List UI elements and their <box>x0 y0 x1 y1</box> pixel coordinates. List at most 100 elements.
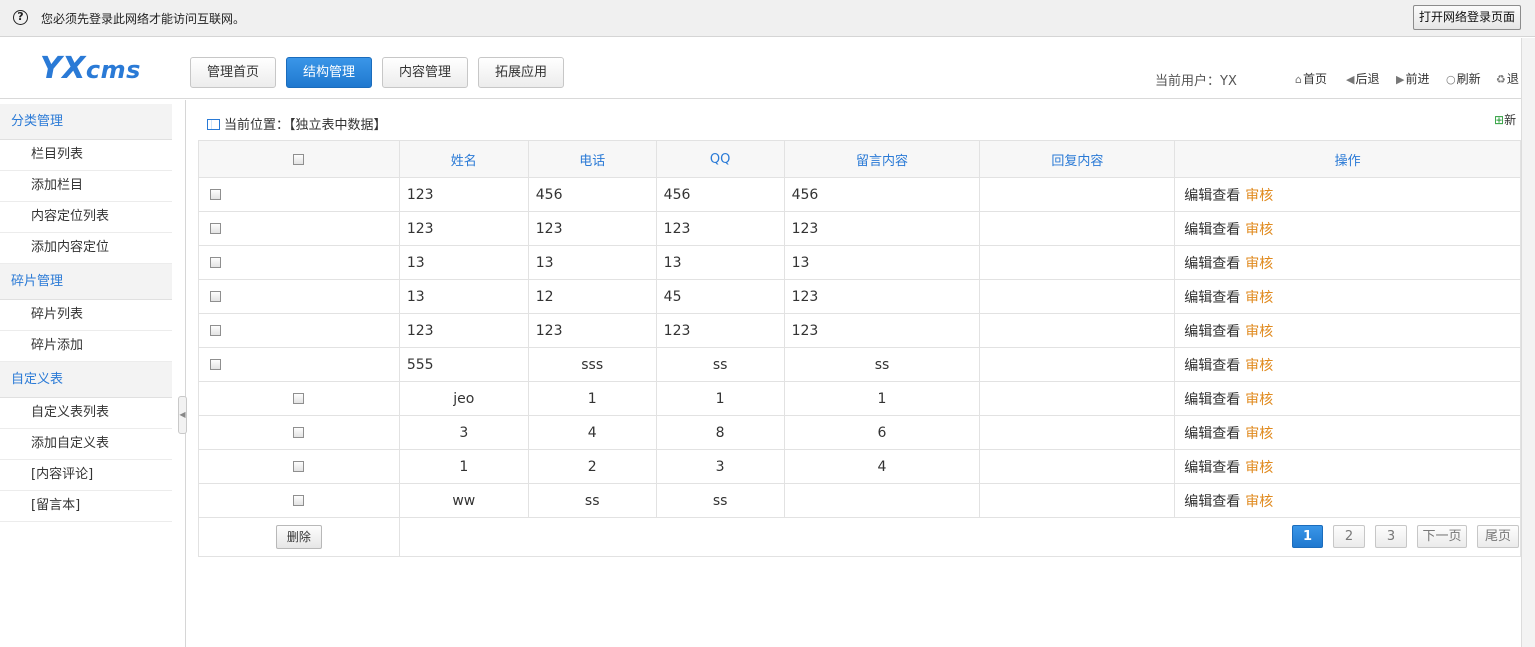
cell-qq: 45 <box>655 279 785 314</box>
cell-reply <box>979 245 1176 280</box>
column-header-reply[interactable]: 回复内容 <box>979 140 1176 178</box>
page-2-button[interactable]: 2 <box>1333 525 1365 548</box>
edit-view-link[interactable]: 编辑查看 <box>1184 460 1240 476</box>
delete-button[interactable]: 删除 <box>275 525 322 549</box>
edit-view-link[interactable]: 编辑查看 <box>1184 358 1240 374</box>
table-row: 13 13 13 13 编辑查看 审核 <box>198 245 1521 280</box>
scrollbar[interactable] <box>1521 38 1535 647</box>
row-checkbox[interactable] <box>210 257 221 268</box>
table-row: 3 4 8 6 编辑查看 审核 <box>198 415 1521 450</box>
edit-view-link[interactable]: 编辑查看 <box>1184 494 1240 510</box>
cell-qq: 123 <box>655 313 785 348</box>
audit-link[interactable]: 审核 <box>1245 256 1273 272</box>
column-header-qq[interactable]: QQ <box>655 140 785 178</box>
row-checkbox[interactable] <box>210 291 221 302</box>
audit-link[interactable]: 审核 <box>1245 188 1273 204</box>
sidebar-item-custom-table-list[interactable]: 自定义表列表 <box>0 398 172 429</box>
home-link[interactable]: ⌂首页 <box>1295 70 1327 87</box>
nav-manage-home[interactable]: 管理首页 <box>190 57 276 88</box>
edit-view-link[interactable]: 编辑查看 <box>1184 256 1240 272</box>
cell-phone: 123 <box>527 211 657 246</box>
open-login-page-button[interactable]: 打开网络登录页面 <box>1413 5 1521 30</box>
row-select-cell <box>198 313 400 348</box>
new-record-link[interactable]: ⊞新 <box>1494 111 1516 128</box>
delete-cell: 删除 <box>198 517 400 557</box>
back-link[interactable]: ◀后退 <box>1346 70 1379 87</box>
column-header-phone[interactable]: 电话 <box>527 140 657 178</box>
edit-view-link[interactable]: 编辑查看 <box>1184 324 1240 340</box>
audit-link[interactable]: 审核 <box>1245 358 1273 374</box>
cell-name: 13 <box>398 279 529 314</box>
row-select-cell <box>198 415 400 450</box>
audit-link[interactable]: 审核 <box>1245 290 1273 306</box>
page-3-button[interactable]: 3 <box>1375 525 1407 548</box>
edit-view-link[interactable]: 编辑查看 <box>1184 426 1240 442</box>
last-page-button[interactable]: 尾页 <box>1477 525 1519 548</box>
row-checkbox[interactable] <box>210 223 221 234</box>
sidebar-section-custom-table[interactable]: 自定义表 <box>0 362 172 398</box>
table-row: 123 456 456 456 编辑查看 审核 <box>198 177 1521 212</box>
cell-qq: ss <box>655 347 785 382</box>
audit-link[interactable]: 审核 <box>1245 324 1273 340</box>
cell-message: 123 <box>783 313 981 348</box>
refresh-icon: ○ <box>1446 73 1456 86</box>
audit-link[interactable]: 审核 <box>1245 460 1273 476</box>
cell-phone: 4 <box>527 415 657 450</box>
audit-link[interactable]: 审核 <box>1245 426 1273 442</box>
edit-view-link[interactable]: 编辑查看 <box>1184 392 1240 408</box>
table-row: 123 123 123 123 编辑查看 审核 <box>198 211 1521 246</box>
row-checkbox[interactable] <box>293 427 305 438</box>
cell-reply <box>979 279 1176 314</box>
sidebar-section-fragment[interactable]: 碎片管理 <box>0 264 172 300</box>
sidebar-item-add-custom-table[interactable]: 添加自定义表 <box>0 429 172 460</box>
column-header-actions: 操作 <box>1174 140 1521 178</box>
page-1-button[interactable]: 1 <box>1292 525 1323 548</box>
breadcrumb: 当前位置：【独立表中数据】 <box>207 114 387 133</box>
audit-link[interactable]: 审核 <box>1245 392 1273 408</box>
sidebar-item-position-list[interactable]: 内容定位列表 <box>0 202 172 233</box>
sidebar-item-fragment-list[interactable]: 碎片列表 <box>0 300 172 331</box>
select-all-checkbox[interactable] <box>293 153 305 165</box>
next-page-button[interactable]: 下一页 <box>1417 525 1467 548</box>
edit-view-link[interactable]: 编辑查看 <box>1184 188 1240 204</box>
cell-qq: 8 <box>655 415 785 450</box>
row-checkbox[interactable] <box>293 495 305 506</box>
arrow-right-icon: ▶ <box>1396 73 1405 86</box>
sidebar-item-guestbook[interactable]: [留言本] <box>0 491 172 522</box>
nav-content-manage[interactable]: 内容管理 <box>382 57 468 88</box>
logout-link[interactable]: ♻退 <box>1496 70 1519 87</box>
edit-view-link[interactable]: 编辑查看 <box>1184 290 1240 306</box>
nav-structure-manage[interactable]: 结构管理 <box>286 57 372 88</box>
column-header-message[interactable]: 留言内容 <box>783 140 981 178</box>
nav-extend-apps[interactable]: 拓展应用 <box>478 57 564 88</box>
cell-message: 123 <box>783 279 981 314</box>
row-checkbox[interactable] <box>210 325 221 336</box>
refresh-link[interactable]: ○刷新 <box>1446 70 1481 87</box>
help-icon: ? <box>13 10 28 25</box>
sidebar-item-add-position[interactable]: 添加内容定位 <box>0 233 172 264</box>
sidebar-section-category[interactable]: 分类管理 <box>0 104 172 140</box>
cell-name: 123 <box>398 177 529 212</box>
audit-link[interactable]: 审核 <box>1245 494 1273 510</box>
sidebar-item-add-column[interactable]: 添加栏目 <box>0 171 172 202</box>
cell-actions: 编辑查看 审核 <box>1174 245 1521 280</box>
sidebar-item-column-list[interactable]: 栏目列表 <box>0 140 172 171</box>
sidebar-item-content-comments[interactable]: [内容评论] <box>0 460 172 491</box>
cell-reply <box>979 483 1176 518</box>
column-header-name[interactable]: 姓名 <box>398 140 529 178</box>
forward-link[interactable]: ▶前进 <box>1396 70 1429 87</box>
cell-actions: 编辑查看 审核 <box>1174 449 1521 484</box>
row-checkbox[interactable] <box>210 189 221 200</box>
row-checkbox[interactable] <box>293 393 305 404</box>
cell-name: 555 <box>398 347 529 382</box>
row-checkbox[interactable] <box>210 359 221 370</box>
data-table: 姓名 电话 QQ 留言内容 回复内容 操作 123 456 456 456 编辑查看 审核… <box>198 140 1522 557</box>
row-select-cell <box>198 381 400 416</box>
sidebar-collapse-handle[interactable]: ◀ <box>178 396 187 434</box>
cell-message: 1 <box>783 381 981 416</box>
sidebar-item-fragment-add[interactable]: 碎片添加 <box>0 331 172 362</box>
cell-message <box>783 483 981 518</box>
row-checkbox[interactable] <box>293 461 305 472</box>
edit-view-link[interactable]: 编辑查看 <box>1184 222 1240 238</box>
audit-link[interactable]: 审核 <box>1245 222 1273 238</box>
